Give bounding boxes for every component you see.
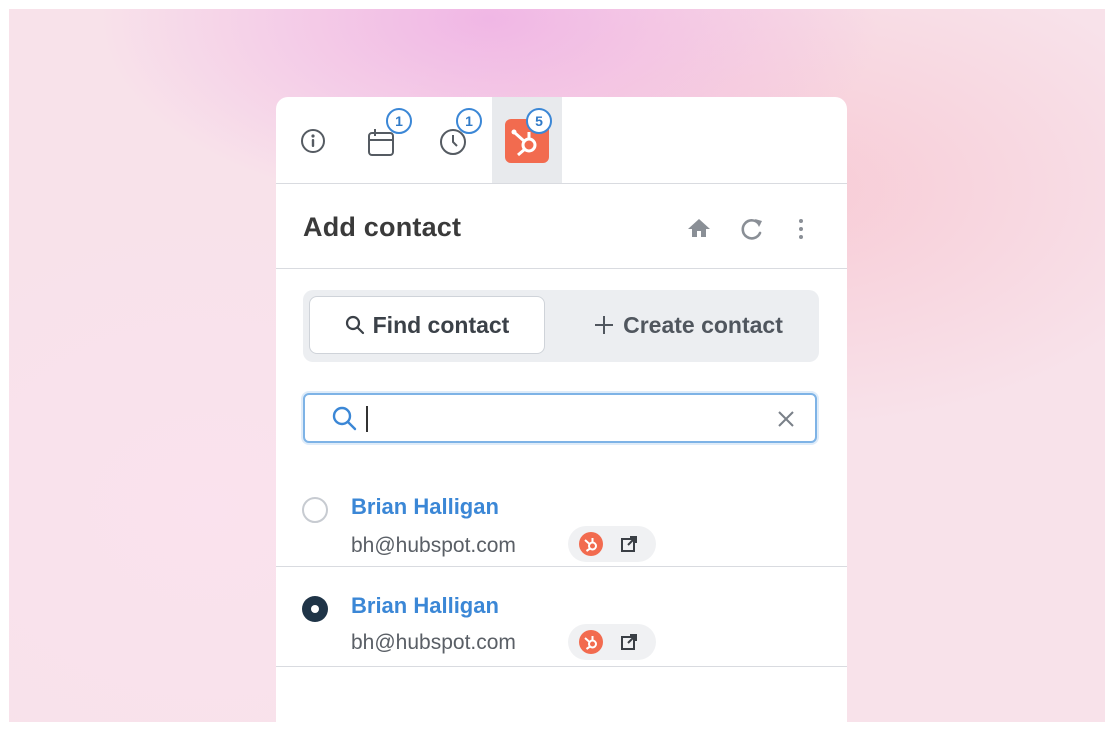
find-contact-label: Find contact	[372, 311, 510, 338]
home-icon[interactable]	[686, 217, 712, 239]
contact-row[interactable]: Brian Halligan bh@hubspot.com	[276, 567, 847, 667]
contact-radio[interactable]	[302, 497, 328, 523]
info-icon	[301, 129, 325, 153]
contact-name[interactable]: Brian Halligan	[351, 494, 499, 520]
hubspot-badge: 5	[526, 108, 552, 134]
contact-radio-selected[interactable]	[302, 596, 328, 622]
plus-icon	[595, 316, 614, 334]
contact-links	[568, 624, 656, 660]
find-contact-button[interactable]: Find contact	[309, 296, 545, 354]
tab-hubspot[interactable]: 5	[492, 97, 562, 183]
search-icon	[332, 406, 357, 431]
tab-info[interactable]	[282, 97, 352, 183]
contact-email: bh@hubspot.com	[351, 631, 516, 654]
panel-header: Add contact	[276, 184, 847, 269]
contact-row[interactable]: Brian Halligan bh@hubspot.com	[276, 467, 847, 567]
calendar-badge: 1	[386, 108, 412, 134]
clock-badge: 1	[456, 108, 482, 134]
tab-calendar[interactable]: 1	[352, 97, 422, 183]
tab-clock[interactable]: 1	[422, 97, 492, 183]
create-contact-button[interactable]: Create contact	[563, 296, 813, 354]
page-title: Add contact	[303, 212, 462, 242]
tab-bar: 1 1 5	[276, 97, 847, 184]
contact-name[interactable]: Brian Halligan	[351, 593, 499, 619]
search-icon	[345, 315, 364, 335]
external-link-icon[interactable]	[620, 633, 638, 651]
hubspot-icon[interactable]	[579, 532, 603, 556]
hubspot-icon[interactable]	[579, 630, 603, 654]
contact-search-field[interactable]	[303, 393, 817, 443]
refresh-icon[interactable]	[740, 217, 766, 241]
clear-icon[interactable]	[777, 410, 795, 428]
contact-email: bh@hubspot.com	[351, 534, 516, 557]
search-input[interactable]	[363, 403, 747, 435]
create-contact-label: Create contact	[623, 311, 783, 338]
contact-links	[568, 526, 656, 562]
contact-mode-toggle: Find contact Create contact	[303, 290, 819, 362]
more-vertical-icon[interactable]	[797, 217, 805, 241]
sidebar-panel: 1 1 5 Add contact Find contact Create co…	[276, 97, 847, 737]
external-link-icon[interactable]	[620, 535, 638, 553]
